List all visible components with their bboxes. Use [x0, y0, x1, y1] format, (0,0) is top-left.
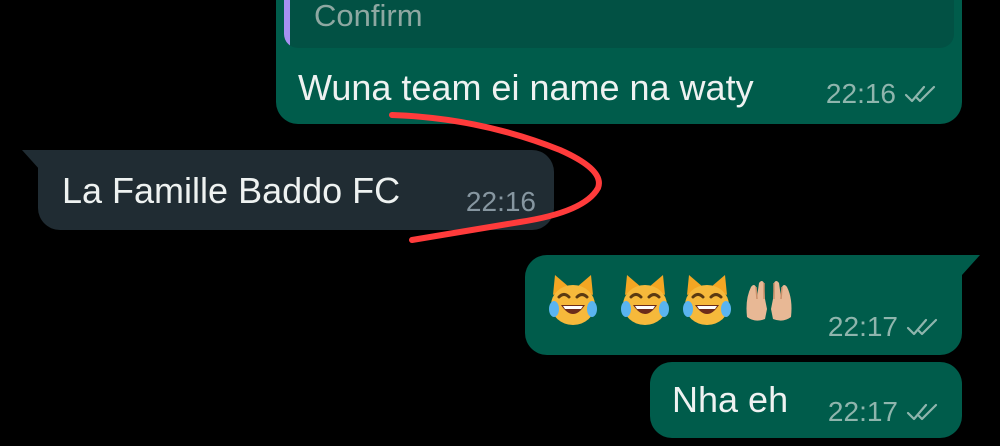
- message-time: 22:17: [827, 396, 898, 427]
- outgoing-message-bubble[interactable]: 22:17: [525, 255, 962, 355]
- incoming-message-bubble[interactable]: La Famille Baddo FC 22:16: [38, 150, 554, 230]
- cat-tears-of-joy-icon: [679, 273, 735, 329]
- outgoing-message-bubble[interactable]: Confirm Wuna team ei name na waty 22:16: [276, 0, 962, 124]
- cat-tears-of-joy-icon: [545, 273, 601, 329]
- message-time: 22:17: [827, 311, 898, 342]
- message-text: La Famille Baddo FC: [62, 170, 401, 211]
- double-check-icon: [904, 84, 938, 104]
- double-check-icon: [906, 402, 940, 422]
- message-text: Nha eh: [672, 379, 789, 420]
- message-meta: 22:17: [828, 311, 940, 343]
- open-hands-icon: [741, 273, 797, 329]
- cat-tears-of-joy-icon: [617, 273, 673, 329]
- quoted-message[interactable]: Confirm: [284, 0, 954, 48]
- message-meta: 22:17: [828, 396, 940, 428]
- double-check-icon: [906, 317, 940, 337]
- message-meta: 22:16: [826, 78, 938, 110]
- outgoing-message-bubble[interactable]: Nha eh 22:17: [650, 362, 962, 438]
- message-time: 22:16: [465, 186, 536, 217]
- emoji-row: [545, 273, 797, 329]
- quote-accent-bar: [284, 0, 290, 48]
- message-text: Wuna team ei name na waty: [298, 67, 754, 108]
- quoted-text: Confirm: [314, 0, 423, 33]
- outgoing-bubble-tail: [962, 255, 980, 275]
- chat-screen: Confirm Wuna team ei name na waty 22:16 …: [0, 0, 1000, 446]
- message-meta: 22:16: [466, 186, 536, 218]
- message-time: 22:16: [825, 78, 896, 109]
